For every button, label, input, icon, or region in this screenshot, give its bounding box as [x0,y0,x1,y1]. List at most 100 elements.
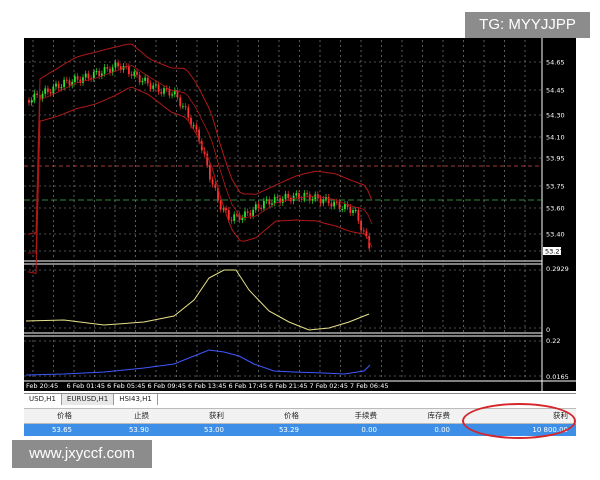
candle-body [303,193,306,200]
candle-body [322,199,325,204]
candle-body [28,100,30,103]
candle-body [319,198,322,204]
candle-body [136,71,138,75]
candle-body [241,217,244,221]
candle-body [168,89,171,96]
price-axis-label: 54.10 [546,134,565,142]
candle-body [63,79,65,88]
candle-body [68,80,71,86]
header-commission[interactable]: 手续费 [309,409,378,423]
candle-body [360,220,362,231]
candle-body [219,200,222,210]
tab-eurusd-h1[interactable]: EURUSD,H1 [61,394,115,405]
candle-body [41,93,44,99]
candle-body [287,193,290,199]
candle-body [252,209,254,216]
candle-body [55,83,57,87]
candle-body [265,199,268,201]
candle-body [141,80,144,83]
candle-body [333,201,335,207]
candle-body [74,76,76,82]
candle-body [144,77,146,81]
candle-body [271,203,273,205]
bollinger-middle-band [28,65,373,254]
price-axis-label: 53.40 [546,231,565,239]
candle-body [330,203,333,207]
candle-body [311,199,314,201]
candle-body [149,83,152,89]
indicator-axis-label: 0 [546,326,550,334]
candle-body [295,193,298,196]
header-stop-loss[interactable]: 止损 [79,409,149,423]
header-take-profit[interactable]: 获利 [154,409,224,423]
header-open-price[interactable]: 价格 [24,409,72,423]
candle-body [138,74,141,83]
candle-body [49,91,52,94]
candle-body [165,88,168,90]
current-price-label: 53.27 [545,248,564,256]
candle-body [227,210,230,220]
candle-body [152,85,155,89]
cell-current-price: 53.29 [278,426,299,434]
candle-body [33,93,36,101]
candle-body [36,93,38,95]
candle-body [128,66,130,75]
time-axis-label: 6 Feb 09:45 [148,382,187,390]
cell-commission: 0.00 [361,426,377,434]
candle-body [98,70,101,76]
chart-tab-bar: USD,H1 EURUSD,H1 HSI43,H1 [24,393,576,405]
candle-body [182,106,184,108]
candle-body [260,207,263,209]
candle-body [214,184,217,188]
candle-body [341,209,344,211]
time-axis-label: 6 Feb 13:45 [188,382,227,390]
candle-body [308,194,311,201]
candle-body [184,106,187,108]
candle-body [209,165,211,180]
time-axis-label: 6 Feb 17:45 [229,382,268,390]
oscillator-line [25,269,370,331]
candle-body [155,84,157,86]
candle-body [362,230,365,232]
price-axis-label: 53.75 [546,183,565,191]
candle-body [130,74,133,76]
candle-body [244,211,246,218]
candle-body [335,201,338,203]
candle-body [57,83,60,89]
candle-body [95,70,98,72]
candle-body [249,212,252,216]
cell-take-profit: 53.00 [203,426,224,434]
candle-body [354,209,357,211]
candle-body [52,86,55,94]
candle-body [171,94,173,96]
candle-body [44,88,47,94]
candle-body [273,196,276,204]
profit-highlight-circle [462,403,576,439]
price-chart-window[interactable]: 54.65 54.45 54.30 54.10 53.95 53.75 53.60 53.40… [24,38,576,391]
candle-body [211,179,214,185]
chart-canvas[interactable]: 54.65 54.45 54.30 54.10 53.95 53.75 53.60 53.40… [24,38,576,391]
candle-body [195,125,198,130]
price-axis-label: 53.95 [546,155,565,163]
candle-body [117,62,119,67]
candle-body [357,209,360,221]
volume-axis-label: 0.0165 [546,373,569,381]
candle-body [306,193,308,195]
candle-body [87,73,90,79]
candle-body [344,203,346,210]
header-current-price[interactable]: 价格 [229,409,299,423]
candle-body [284,193,287,199]
header-swap[interactable]: 库存费 [384,409,451,423]
candle-body [179,97,182,107]
candle-body [314,194,317,200]
trading-terminal: 54.65 54.45 54.30 54.10 53.95 53.75 53.60 53.40… [24,38,576,438]
candle-body [114,62,117,68]
candle-body [30,100,33,103]
candle-body [352,210,354,213]
candle-body [300,198,303,200]
candle-body [187,107,190,118]
price-axis-label: 54.30 [546,112,565,120]
tab-usd-h1[interactable]: USD,H1 [24,394,62,405]
tab-hsi43-h1[interactable]: HSI43,H1 [114,394,158,405]
time-axis-label: 7 Feb 06:45 [350,382,389,390]
